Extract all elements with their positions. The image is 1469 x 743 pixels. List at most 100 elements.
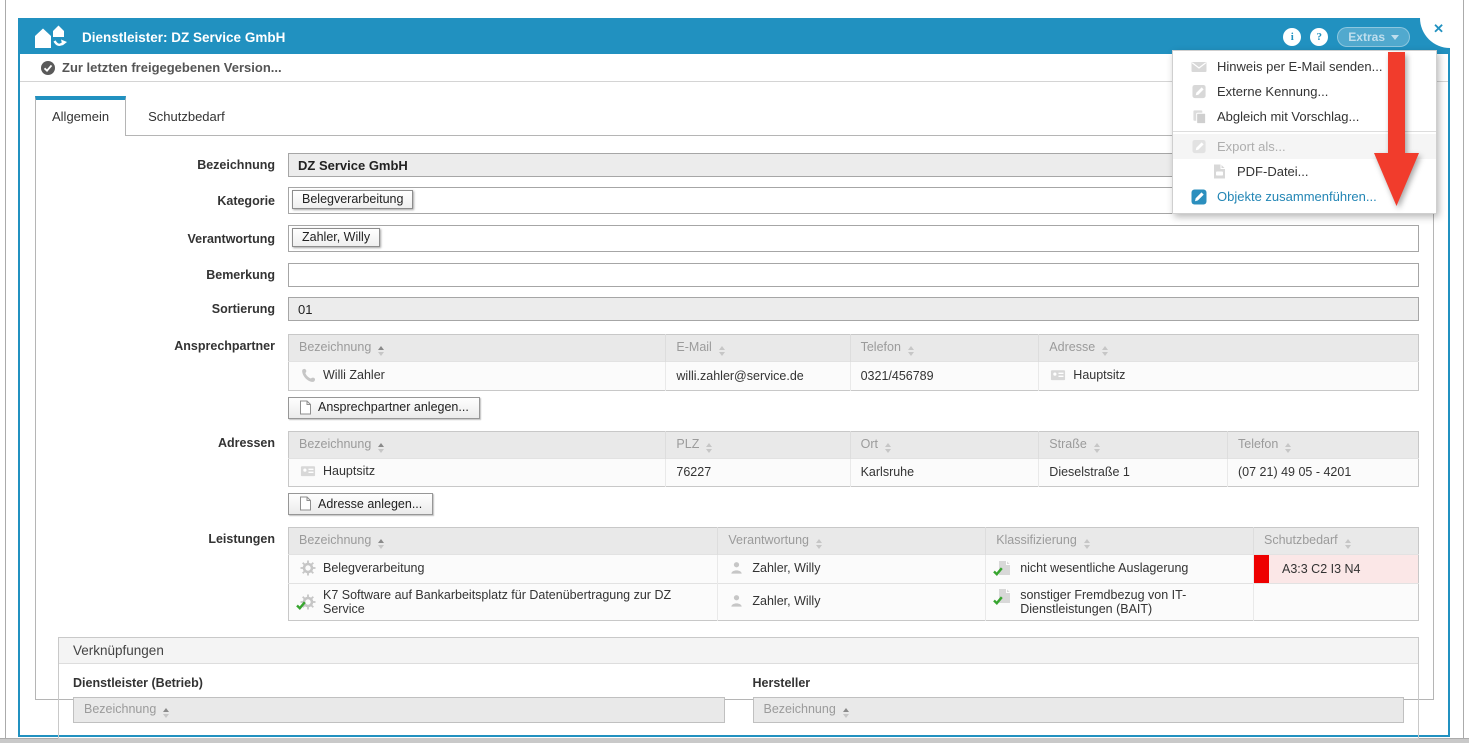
col-header-email[interactable]: E-Mail (666, 335, 850, 362)
bemerkung-label: Bemerkung (36, 264, 288, 286)
verknuepfungen-box: Verknüpfungen Dienstleister (Betrieb) Be… (58, 637, 1419, 739)
service-provider-house-icon (34, 24, 68, 50)
ansprechpartner-table: Bezeichnung E-Mail Telefon Adresse Willi… (288, 334, 1419, 391)
new-document-icon (299, 400, 312, 415)
ansprechpartner-label: Ansprechpartner (36, 334, 288, 359)
sort-icon (378, 346, 384, 356)
last-released-version-link[interactable]: Zur letzten freigegebenen Version... (62, 60, 282, 75)
schutzbedarf-cell: A3:3 C2 I3 N4 (1253, 555, 1418, 584)
form-row-bemerkung: Bemerkung (36, 263, 1419, 287)
tab-schutzbedarf[interactable]: Schutzbedarf (126, 98, 247, 135)
kategorie-chip[interactable]: Belegverarbeitung (292, 190, 413, 209)
col-header-strasse[interactable]: Straße (1039, 431, 1228, 458)
address-card-icon (299, 463, 316, 480)
form-row-adressen: Adressen Bezeichnung PLZ Ort Straße Tele… (36, 431, 1419, 516)
col-header-telefon[interactable]: Telefon (850, 335, 1039, 362)
bemerkung-field[interactable] (288, 263, 1419, 287)
col-header-bezeichnung[interactable]: Bezeichnung (289, 431, 666, 458)
dienstleister-betrieb-section: Dienstleister (Betrieb) Bezeichnung (73, 676, 725, 723)
envelope-icon (1191, 59, 1207, 75)
menu-item-export-als: Export als... (1173, 134, 1436, 159)
sort-icon (378, 443, 384, 453)
gear-icon (299, 559, 316, 576)
sort-icon (885, 443, 891, 453)
copy-icon (1191, 109, 1207, 125)
window-bottom-edge (0, 738, 1469, 743)
empty-table-header: Bezeichnung (73, 697, 725, 723)
col-header-klassifizierung[interactable]: Klassifizierung (986, 528, 1254, 555)
sort-icon (1102, 346, 1108, 356)
col-header-ort[interactable]: Ort (850, 431, 1039, 458)
chevron-down-icon (1391, 35, 1399, 40)
extras-button-label: Extras (1348, 30, 1385, 44)
form-row-leistungen: Leistungen Bezeichnung Verantwortung Kla… (36, 527, 1419, 621)
sort-icon (843, 708, 849, 718)
close-icon: ✕ (1433, 21, 1444, 37)
sort-icon (1084, 539, 1090, 549)
sort-icon (719, 346, 725, 356)
kategorie-label: Kategorie (36, 190, 288, 212)
sort-icon (1345, 539, 1351, 549)
dialog-title: Dienstleister: DZ Service GmbH (82, 30, 1283, 45)
sortierung-field[interactable] (288, 297, 1419, 321)
export-icon (1191, 139, 1207, 155)
edit-icon (1191, 84, 1207, 100)
sort-icon (908, 346, 914, 356)
menu-item-abgleich-vorschlag[interactable]: Abgleich mit Vorschlag... (1173, 104, 1436, 129)
menu-item-hinweis-email[interactable]: Hinweis per E-Mail senden... (1173, 54, 1436, 79)
menu-item-objekte-zusammenfuehren[interactable]: Objekte zusammenführen... (1173, 184, 1436, 209)
address-card-icon (1049, 366, 1066, 383)
person-icon (728, 592, 745, 609)
menu-separator (1173, 131, 1436, 132)
empty-table-header: Bezeichnung (753, 697, 1405, 723)
table-row[interactable]: Willi Zahler willi.zahler@service.de 032… (289, 362, 1419, 391)
col-header-bezeichnung[interactable]: Bezeichnung (289, 335, 666, 362)
ansprechpartner-anlegen-button[interactable]: Ansprechpartner anlegen... (288, 397, 480, 419)
contact-phone-icon (299, 366, 316, 383)
form-row-sortierung: Sortierung (36, 297, 1419, 321)
table-row[interactable]: K7 Software auf Bankarbeitsplatz für Dat… (289, 583, 1419, 620)
verantwortung-label: Verantwortung (36, 228, 288, 250)
col-header-plz[interactable]: PLZ (666, 431, 850, 458)
leistungen-label: Leistungen (36, 527, 288, 552)
verantwortung-field[interactable]: Zahler, Willy (288, 225, 1419, 252)
leistungen-table: Bezeichnung Verantwortung Klassifizierun… (288, 527, 1419, 621)
menu-item-externe-kennung[interactable]: Externe Kennung... (1173, 79, 1436, 104)
menu-item-pdf-datei[interactable]: PDF-Datei... (1173, 159, 1436, 184)
new-document-icon (299, 496, 312, 511)
check-icon (993, 565, 1003, 579)
bezeichnung-label: Bezeichnung (36, 154, 288, 176)
sortierung-label: Sortierung (36, 298, 288, 320)
sort-icon (163, 708, 169, 718)
verantwortung-chip[interactable]: Zahler, Willy (292, 228, 380, 247)
table-row[interactable]: Belegverarbeitung Zahler, Willy nicht we… (289, 555, 1419, 584)
help-icon[interactable]: ? (1310, 28, 1328, 46)
adressen-table: Bezeichnung PLZ Ort Straße Telefon Haupt… (288, 431, 1419, 488)
merge-objects-icon (1191, 189, 1207, 205)
gear-icon (299, 593, 316, 610)
extras-button[interactable]: Extras (1337, 27, 1410, 47)
hersteller-section: Hersteller Bezeichnung (753, 676, 1405, 723)
dialog-titlebar: Dienstleister: DZ Service GmbH i ? Extra… (20, 20, 1448, 54)
col-header-verantwortung[interactable]: Verantwortung (718, 528, 986, 555)
col-header-bezeichnung[interactable]: Bezeichnung (289, 528, 718, 555)
adresse-anlegen-button[interactable]: Adresse anlegen... (288, 493, 433, 515)
tab-allgemein[interactable]: Allgemein (35, 96, 126, 136)
hersteller-label: Hersteller (753, 676, 1405, 690)
tab-panel-allgemein: Bezeichnung Kategorie Belegverarbeitung … (35, 135, 1434, 700)
check-circle-icon (40, 60, 56, 76)
person-icon (728, 559, 745, 576)
sort-icon (378, 539, 384, 549)
table-row[interactable]: Hauptsitz 76227 Karlsruhe Dieselstraße 1… (289, 458, 1419, 487)
col-header-schutzbedarf[interactable]: Schutzbedarf (1253, 528, 1418, 555)
col-header-telefon[interactable]: Telefon (1228, 431, 1419, 458)
schutzbedarf-level-block (1254, 555, 1269, 583)
classification-document-icon (996, 559, 1013, 576)
info-icon[interactable]: i (1283, 28, 1301, 46)
col-header-adresse[interactable]: Adresse (1039, 335, 1419, 362)
verknuepfungen-title: Verknüpfungen (59, 638, 1418, 664)
dienstleister-betrieb-label: Dienstleister (Betrieb) (73, 676, 725, 690)
pdf-file-icon (1211, 164, 1227, 180)
sort-icon (1285, 443, 1291, 453)
sort-icon (816, 539, 822, 549)
